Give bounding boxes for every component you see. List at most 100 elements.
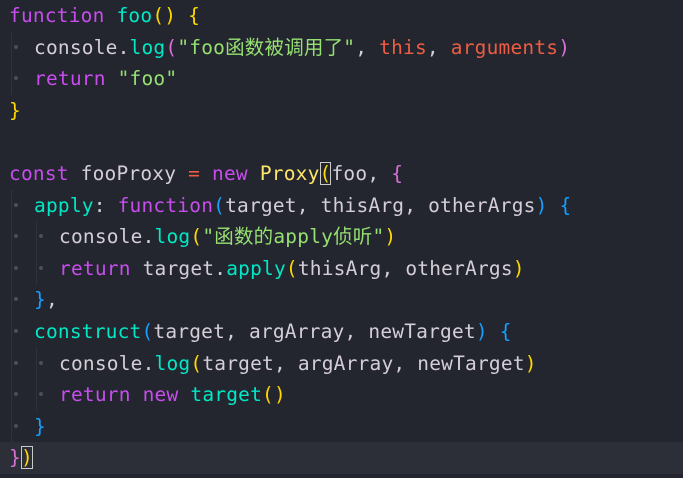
code-token: , bbox=[426, 35, 451, 59]
indent-guide bbox=[34, 379, 59, 411]
code-token: { bbox=[499, 320, 512, 343]
code-token: , bbox=[45, 288, 58, 312]
code-token: function bbox=[117, 193, 214, 217]
code-token: thisArg bbox=[297, 256, 382, 280]
code-token: target bbox=[190, 383, 263, 407]
code-line[interactable]: construct(target, argArray, newTarget) { bbox=[9, 316, 683, 348]
code-token: , bbox=[367, 162, 392, 185]
code-line[interactable]: return target.apply(thisArg, otherArgs) bbox=[9, 252, 683, 285]
code-token: : bbox=[93, 193, 106, 217]
code-token: otherArgs bbox=[428, 193, 536, 217]
code-token: } bbox=[34, 414, 46, 438]
code-token: console bbox=[59, 351, 143, 375]
code-token: fooProxy bbox=[80, 162, 177, 185]
code-line[interactable]: console.log("foo函数被调用了", this, arguments… bbox=[9, 31, 683, 64]
indent-guide bbox=[9, 252, 34, 285]
code-token: . bbox=[117, 35, 130, 59]
code-token: log bbox=[154, 351, 191, 375]
code-token: argArray bbox=[248, 320, 345, 343]
code-token: target bbox=[153, 320, 226, 343]
code-token: = bbox=[188, 162, 201, 185]
code-token: . bbox=[142, 225, 155, 249]
code-token: target bbox=[202, 351, 274, 375]
code-line[interactable]: function foo() { bbox=[9, 0, 683, 32]
code-token: arguments bbox=[450, 35, 559, 59]
code-token: apply bbox=[226, 256, 286, 280]
code-token: "函数的apply侦听" bbox=[202, 225, 385, 249]
code-token: function bbox=[9, 4, 105, 27]
indent-guide bbox=[9, 379, 34, 411]
indent-guide bbox=[9, 221, 34, 253]
code-token: console bbox=[34, 35, 118, 59]
code-token: log bbox=[154, 225, 191, 249]
code-token: ( bbox=[141, 320, 154, 343]
code-token: , bbox=[355, 35, 380, 59]
indent-guide bbox=[34, 347, 59, 380]
code-token: apply bbox=[34, 193, 94, 217]
code-line[interactable]: return "foo" bbox=[9, 63, 683, 95]
code-token: argArray bbox=[297, 351, 394, 375]
code-line[interactable]: } bbox=[9, 95, 683, 127]
code-token: ( bbox=[165, 35, 178, 59]
indent-guide bbox=[34, 221, 59, 253]
code-token: "foo" bbox=[117, 67, 178, 91]
code-token: construct bbox=[34, 320, 142, 343]
code-token: { bbox=[188, 4, 201, 27]
code-token: otherArgs bbox=[405, 256, 513, 280]
code-token: target bbox=[225, 193, 297, 217]
indent-guide bbox=[9, 284, 34, 316]
code-line[interactable]: console.log(target, argArray, newTarget) bbox=[9, 347, 683, 380]
code-token: } bbox=[9, 98, 21, 122]
code-line[interactable] bbox=[9, 126, 683, 158]
code-token: new bbox=[142, 383, 179, 407]
code-line[interactable]: const fooProxy = new Proxy(foo, { bbox=[9, 158, 683, 190]
code-line[interactable]: console.log("函数的apply侦听") bbox=[9, 221, 683, 253]
code-token: log bbox=[129, 35, 166, 59]
code-line[interactable]: return new target() bbox=[9, 379, 683, 411]
code-token: Proxy bbox=[259, 162, 320, 185]
code-token: ( bbox=[190, 225, 203, 249]
code-token: ) bbox=[524, 351, 537, 375]
code-line[interactable]: }) bbox=[0, 442, 683, 474]
code-token: return bbox=[59, 256, 131, 280]
code-token: ) bbox=[535, 193, 548, 217]
indent-guide bbox=[34, 252, 59, 285]
indent-guide bbox=[9, 316, 34, 348]
code-line[interactable]: }, bbox=[9, 284, 683, 316]
code-token: this bbox=[379, 35, 427, 59]
code-line[interactable]: apply: function(target, thisArg, otherAr… bbox=[9, 189, 683, 222]
indent-guide bbox=[9, 410, 34, 443]
code-token: ) bbox=[512, 256, 525, 280]
code-token: ) bbox=[475, 320, 488, 343]
code-token: () bbox=[152, 4, 177, 27]
code-token: , bbox=[296, 193, 321, 217]
code-token: "foo函数被调用了" bbox=[177, 35, 356, 59]
code-token: target bbox=[142, 256, 215, 280]
code-token: const bbox=[9, 162, 69, 185]
code-token: , bbox=[393, 351, 418, 375]
code-token: newTarget bbox=[417, 351, 525, 375]
code-token: , bbox=[344, 320, 369, 343]
code-token: newTarget bbox=[368, 320, 476, 343]
code-line[interactable]: } bbox=[9, 410, 683, 443]
code-token: return bbox=[34, 67, 106, 91]
indent-guide bbox=[9, 347, 34, 380]
code-token: , bbox=[273, 351, 298, 375]
code-token: , bbox=[404, 193, 429, 217]
code-token: ( bbox=[213, 193, 226, 217]
code-editor[interactable]: function foo() {console.log("foo函数被调用了",… bbox=[0, 0, 683, 478]
code-token: { bbox=[391, 162, 404, 185]
code-token: ) bbox=[558, 35, 571, 59]
code-token: ( bbox=[319, 162, 332, 185]
